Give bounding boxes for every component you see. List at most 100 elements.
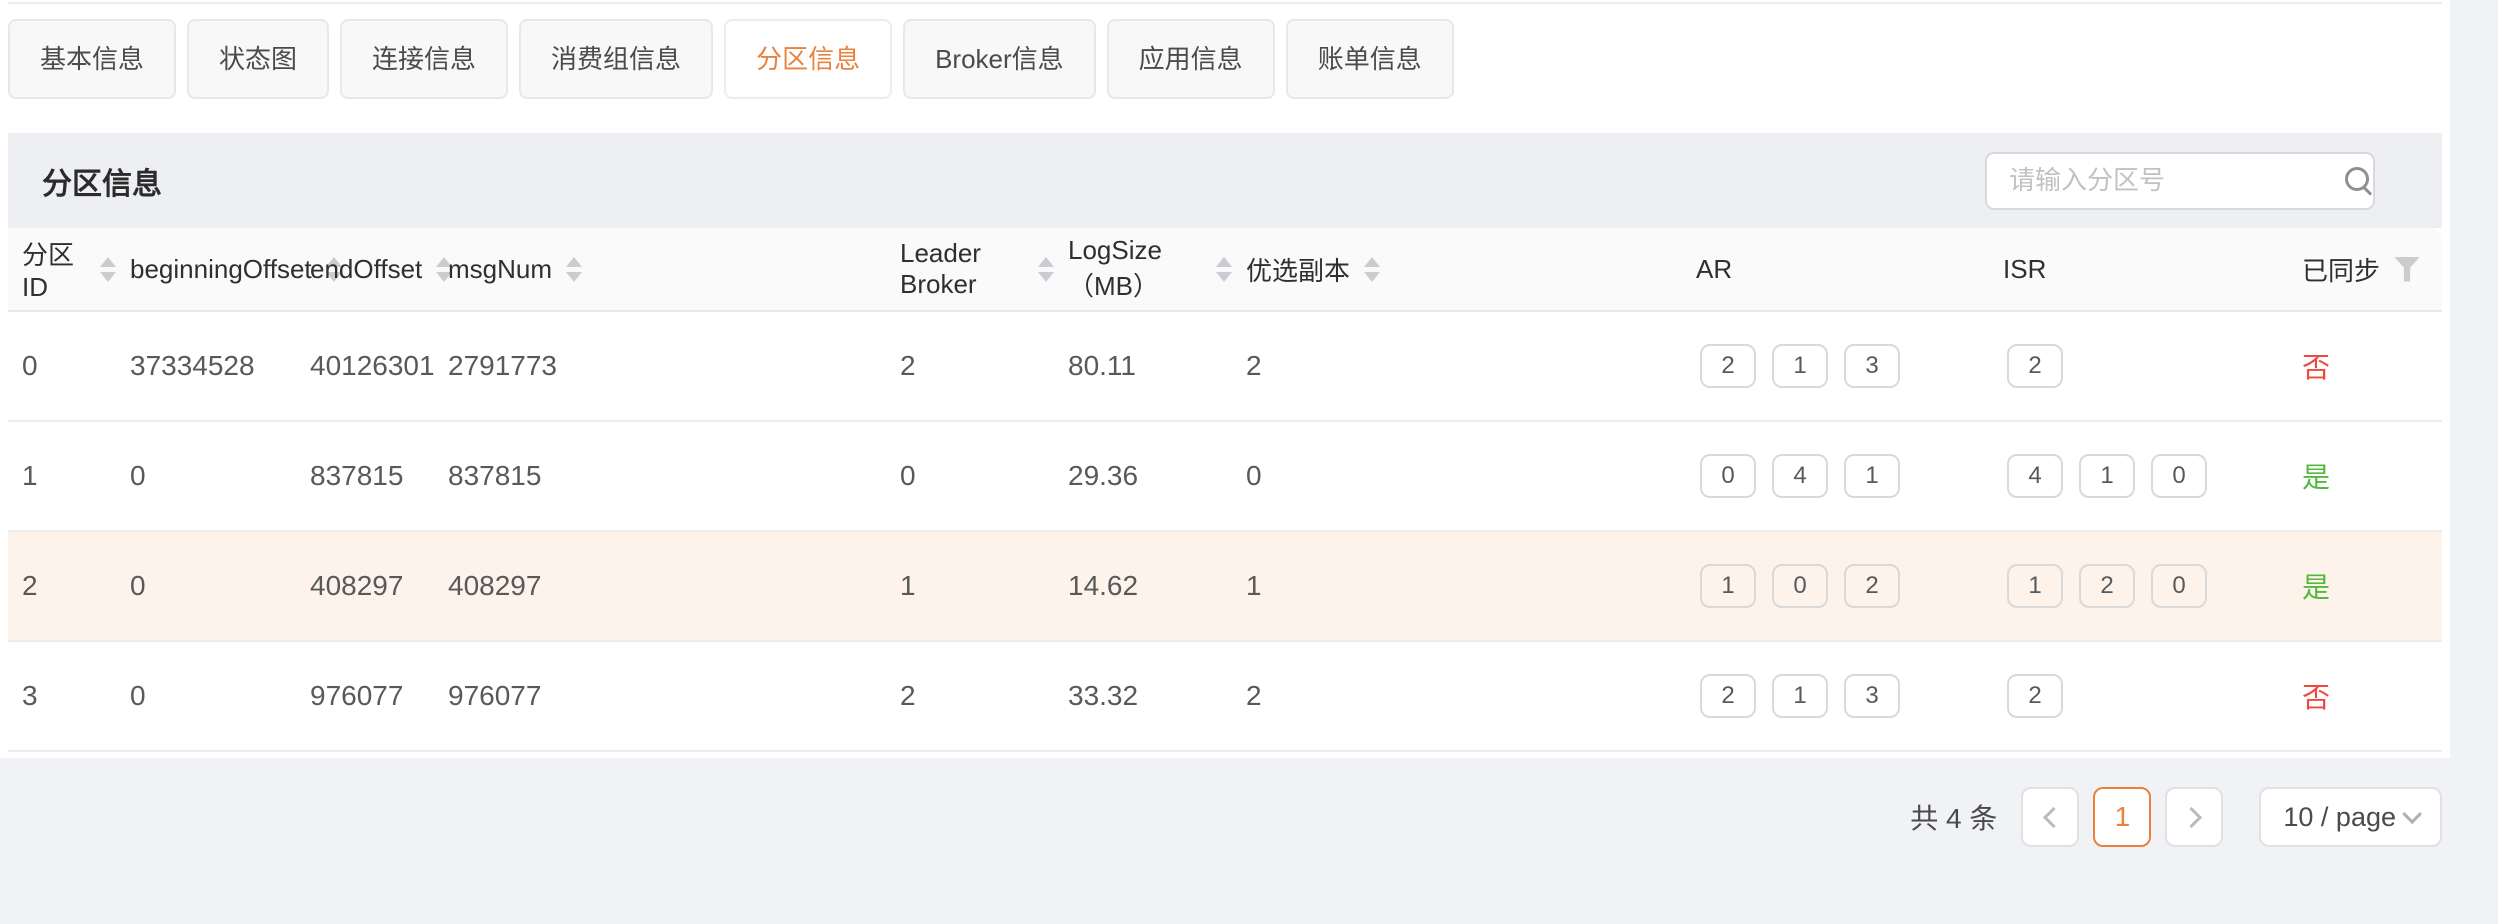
cell-leader-broker: 2 bbox=[886, 350, 1054, 382]
tab-billing-info[interactable]: 账单信息 bbox=[1286, 19, 1454, 99]
col-label: beginningOffset bbox=[130, 254, 312, 285]
cell-synced-status: 是 bbox=[2288, 566, 2442, 606]
replica-tag: 3 bbox=[1844, 344, 1900, 388]
col-header-synced[interactable]: 已同步 bbox=[2288, 228, 2442, 310]
cell-leader-broker: 2 bbox=[886, 680, 1054, 712]
cell-synced-status: 是 bbox=[2288, 456, 2442, 496]
cell-beginning-offset: 0 bbox=[116, 460, 296, 492]
replica-tag: 0 bbox=[1772, 564, 1828, 608]
replica-tag: 1 bbox=[2079, 454, 2135, 498]
replica-tag: 4 bbox=[2007, 454, 2063, 498]
cell-preferred-replica: 2 bbox=[1232, 680, 1682, 712]
cell-partition-id: 0 bbox=[8, 350, 116, 382]
replica-tag: 2 bbox=[1700, 674, 1756, 718]
cell-end-offset: 408297 bbox=[296, 570, 434, 602]
replica-tag: 0 bbox=[1700, 454, 1756, 498]
replica-tag: 2 bbox=[2007, 674, 2063, 718]
cell-end-offset: 40126301 bbox=[296, 350, 434, 382]
cell-log-size: 80.11 bbox=[1054, 350, 1232, 382]
cell-end-offset: 837815 bbox=[296, 460, 434, 492]
col-label: endOffset bbox=[310, 254, 422, 285]
col-header-end-offset[interactable]: endOffset bbox=[296, 228, 434, 310]
page-size-select[interactable]: 10 / page bbox=[2259, 787, 2442, 847]
cell-beginning-offset: 0 bbox=[116, 680, 296, 712]
pagination-bar: 共 4 条 1 10 / page bbox=[1910, 787, 2442, 847]
cell-partition-id: 2 bbox=[8, 570, 116, 602]
search-icon[interactable] bbox=[2344, 166, 2374, 196]
replica-tag: 4 bbox=[1772, 454, 1828, 498]
table-row: 2 0 408297 408297 1 14.62 1 1 0 2 1 2 0 … bbox=[8, 532, 2442, 642]
col-label: 优选副本 bbox=[1246, 251, 1350, 288]
cell-synced-status: 否 bbox=[2288, 676, 2442, 716]
col-label: 已同步 bbox=[2302, 251, 2380, 288]
sort-icon[interactable] bbox=[1364, 257, 1380, 282]
chevron-down-icon bbox=[2402, 804, 2422, 824]
main-content: 基本信息 状态图 连接信息 消费组信息 分区信息 Broker信息 应用信息 账… bbox=[0, 0, 2450, 758]
filter-icon[interactable] bbox=[2394, 257, 2420, 282]
col-label: ISR bbox=[2003, 254, 2046, 285]
replica-tag: 0 bbox=[2151, 564, 2207, 608]
col-label: LogSize（MB） bbox=[1068, 235, 1202, 303]
table-row: 0 37334528 40126301 2791773 2 80.11 2 2 … bbox=[8, 312, 2442, 422]
replica-tag: 2 bbox=[2007, 344, 2063, 388]
tab-connection-info[interactable]: 连接信息 bbox=[340, 19, 508, 99]
cell-ar-tags: 1 0 2 bbox=[1682, 564, 1989, 608]
sort-icon[interactable] bbox=[1216, 257, 1232, 282]
cell-preferred-replica: 0 bbox=[1232, 460, 1682, 492]
table-row: 3 0 976077 976077 2 33.32 2 2 1 3 2 否 bbox=[8, 642, 2442, 752]
col-header-leader-broker[interactable]: Leader Broker bbox=[886, 228, 1054, 310]
chevron-left-icon bbox=[2043, 806, 2064, 827]
partition-search-input[interactable] bbox=[2009, 165, 2344, 196]
cell-isr-tags: 4 1 0 bbox=[1989, 454, 2288, 498]
col-label: 分区ID bbox=[22, 235, 86, 303]
cell-isr-tags: 2 bbox=[1989, 344, 2288, 388]
col-header-ar: AR bbox=[1682, 228, 1989, 310]
col-header-beginning-offset[interactable]: beginningOffset bbox=[116, 228, 296, 310]
cell-partition-id: 1 bbox=[8, 460, 116, 492]
replica-tag: 2 bbox=[1700, 344, 1756, 388]
table-header-row: 分区ID beginningOffset endOffset msgNum Le… bbox=[8, 228, 2442, 312]
panel-header: 分区信息 bbox=[8, 133, 2442, 228]
cell-msg-num: 837815 bbox=[434, 460, 886, 492]
cell-msg-num: 408297 bbox=[434, 570, 886, 602]
chevron-right-icon bbox=[2181, 806, 2202, 827]
sort-icon[interactable] bbox=[1038, 257, 1054, 282]
replica-tag: 1 bbox=[1844, 454, 1900, 498]
cell-isr-tags: 1 2 0 bbox=[1989, 564, 2288, 608]
cell-beginning-offset: 37334528 bbox=[116, 350, 296, 382]
col-label: msgNum bbox=[448, 254, 552, 285]
col-header-partition-id[interactable]: 分区ID bbox=[8, 228, 116, 310]
tab-consumer-group-info[interactable]: 消费组信息 bbox=[519, 19, 713, 99]
tab-application-info[interactable]: 应用信息 bbox=[1107, 19, 1275, 99]
col-header-log-size[interactable]: LogSize（MB） bbox=[1054, 228, 1232, 310]
cell-preferred-replica: 2 bbox=[1232, 350, 1682, 382]
tab-basic-info[interactable]: 基本信息 bbox=[8, 19, 176, 99]
cell-msg-num: 2791773 bbox=[434, 350, 886, 382]
tab-broker-info[interactable]: Broker信息 bbox=[903, 19, 1096, 99]
col-label: AR bbox=[1696, 254, 1732, 285]
cell-partition-id: 3 bbox=[8, 680, 116, 712]
pagination-page-1-button[interactable]: 1 bbox=[2093, 787, 2151, 847]
partition-search bbox=[1985, 152, 2375, 210]
replica-tag: 2 bbox=[1844, 564, 1900, 608]
pagination-next-button[interactable] bbox=[2165, 787, 2223, 847]
cell-beginning-offset: 0 bbox=[116, 570, 296, 602]
replica-tag: 1 bbox=[1772, 344, 1828, 388]
sort-icon[interactable] bbox=[100, 257, 116, 282]
page-size-value: 10 / page bbox=[2283, 802, 2396, 833]
cell-ar-tags: 2 1 3 bbox=[1682, 674, 1989, 718]
replica-tag: 1 bbox=[2007, 564, 2063, 608]
cell-isr-tags: 2 bbox=[1989, 674, 2288, 718]
col-label: Leader Broker bbox=[900, 238, 1024, 300]
pagination-prev-button[interactable] bbox=[2021, 787, 2079, 847]
sort-icon[interactable] bbox=[566, 257, 582, 282]
replica-tag: 1 bbox=[1772, 674, 1828, 718]
tab-status-graph[interactable]: 状态图 bbox=[187, 19, 329, 99]
col-header-preferred-replica[interactable]: 优选副本 bbox=[1232, 228, 1682, 310]
col-header-msg-num[interactable]: msgNum bbox=[434, 228, 886, 310]
cell-end-offset: 976077 bbox=[296, 680, 434, 712]
tab-partition-info[interactable]: 分区信息 bbox=[724, 19, 892, 99]
replica-tag: 1 bbox=[1700, 564, 1756, 608]
replica-tag: 3 bbox=[1844, 674, 1900, 718]
cell-log-size: 29.36 bbox=[1054, 460, 1232, 492]
